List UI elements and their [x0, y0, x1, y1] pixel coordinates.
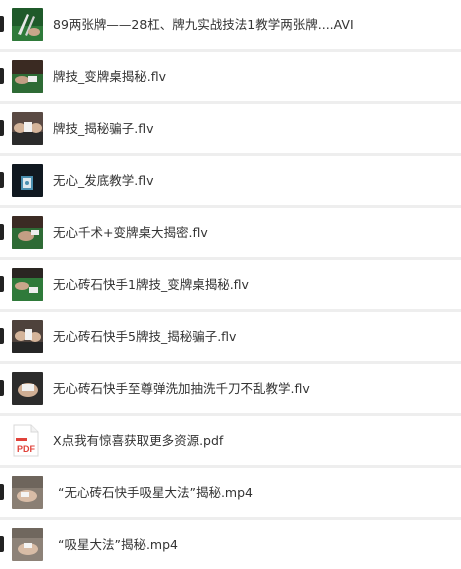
file-name: 牌技_揭秘骗子.flv [53, 121, 154, 136]
row-marker [0, 328, 4, 344]
video-thumbnail [12, 320, 43, 353]
row-marker [0, 172, 4, 188]
video-thumbnail [12, 528, 43, 561]
file-name: 无心千术+变牌桌大揭密.flv [53, 225, 208, 240]
video-thumbnail [12, 268, 43, 301]
row-marker [0, 120, 4, 136]
row-marker [0, 224, 4, 240]
video-thumbnail [12, 372, 43, 405]
video-thumbnail [12, 216, 43, 249]
row-marker [0, 276, 4, 292]
row-marker [0, 380, 4, 396]
video-thumbnail [12, 112, 43, 145]
file-row[interactable]: 牌技_变牌桌揭秘.flv [0, 52, 461, 101]
pdf-label: PDF [17, 444, 36, 454]
file-row[interactable]: 无心砖石快手5牌技_揭秘骗子.flv [0, 312, 461, 361]
video-thumbnail [12, 476, 43, 509]
row-marker [0, 68, 4, 84]
file-name: “无心砖石快手吸星大法”揭秘.mp4 [58, 485, 253, 500]
file-name: 89两张牌——28杠、牌九实战技法1教学两张牌....AVI [53, 17, 354, 32]
file-row[interactable]: “无心砖石快手吸星大法”揭秘.mp4 [0, 468, 461, 517]
file-name: 无心砖石快手1牌技_变牌桌揭秘.flv [53, 277, 249, 292]
file-row[interactable]: 无心千术+变牌桌大揭密.flv [0, 208, 461, 257]
file-row[interactable]: 无心_发底教学.flv [0, 156, 461, 205]
row-marker [0, 536, 4, 552]
video-thumbnail [12, 60, 43, 93]
file-row[interactable]: 牌技_揭秘骗子.flv [0, 104, 461, 153]
file-row[interactable]: “吸星大法”揭秘.mp4 [0, 520, 461, 569]
file-name: 无心砖石快手5牌技_揭秘骗子.flv [53, 329, 237, 344]
file-list: 89两张牌——28杠、牌九实战技法1教学两张牌....AVI 牌技_变牌桌揭秘.… [0, 0, 461, 569]
file-row[interactable]: 无心砖石快手1牌技_变牌桌揭秘.flv [0, 260, 461, 309]
file-name: 牌技_变牌桌揭秘.flv [53, 69, 166, 84]
row-marker [0, 16, 4, 32]
file-row[interactable]: 89两张牌——28杠、牌九实战技法1教学两张牌....AVI [0, 0, 461, 49]
file-name: 无心_发底教学.flv [53, 173, 154, 188]
file-name: 无心砖石快手至尊弹洗加抽洗千刀不乱教学.flv [53, 381, 310, 396]
pdf-icon: PDF [12, 424, 40, 457]
video-thumbnail [12, 8, 43, 41]
file-name: “吸星大法”揭秘.mp4 [58, 537, 178, 552]
file-name: X点我有惊喜获取更多资源.pdf [53, 433, 224, 448]
file-row[interactable]: PDF X点我有惊喜获取更多资源.pdf [0, 416, 461, 465]
video-thumbnail [12, 164, 43, 197]
file-row[interactable]: 无心砖石快手至尊弹洗加抽洗千刀不乱教学.flv [0, 364, 461, 413]
row-marker [0, 484, 4, 500]
